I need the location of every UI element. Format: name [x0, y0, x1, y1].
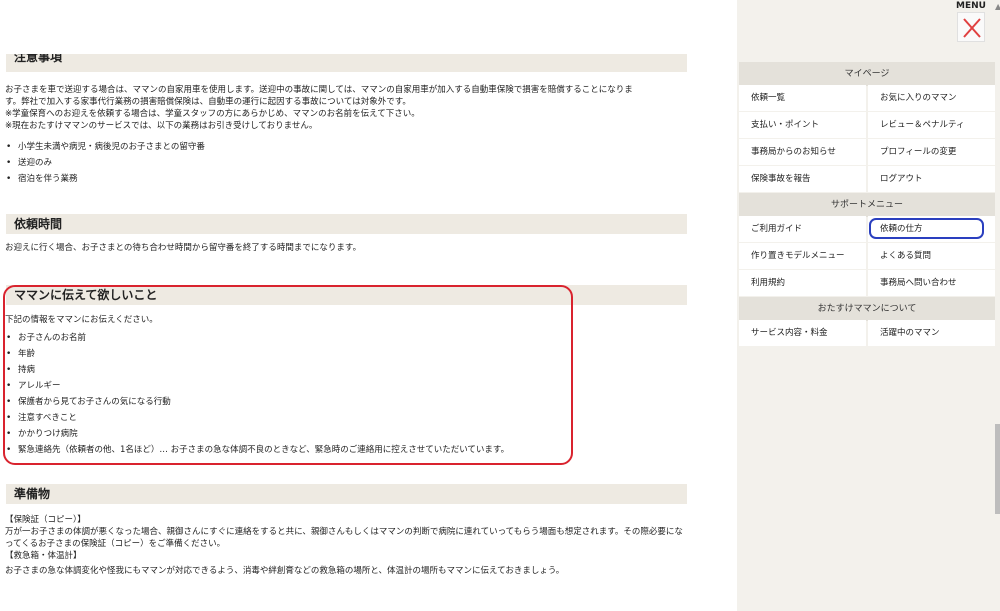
notes-line-2: す。弊社で加入する家事代行業務の損害賠償保険は、自動車の運行に起因する事故につい…	[5, 97, 411, 107]
close-icon[interactable]	[957, 12, 985, 42]
sidebar-menu: マイページ 依頼一覧 お気に入りのママン 支払い・ポイント レビュー＆ペナルティ…	[737, 0, 1000, 611]
sidebar-item-request-list[interactable]: 依頼一覧	[739, 85, 866, 111]
sidebar-item-active-maman[interactable]: 活躍中のママン	[868, 320, 995, 346]
sidebar-item-logout[interactable]: ログアウト	[868, 166, 995, 192]
section-heading-notes: 注意事項	[6, 54, 687, 72]
sidebar-item-meal-prep-menu[interactable]: 作り置きモデルメニュー	[739, 243, 866, 269]
section-heading-preparation: 準備物	[6, 484, 687, 504]
sidebar-item-usage-guide[interactable]: ご利用ガイド	[739, 216, 866, 242]
sidebar-item-payment-points[interactable]: 支払い・ポイント	[739, 112, 866, 138]
section-heading-request-time: 依頼時間	[6, 214, 687, 234]
sidebar-item-terms[interactable]: 利用規約	[739, 270, 866, 296]
list-item: 宿泊を伴う業務	[6, 173, 78, 185]
scrollbar-thumb[interactable]	[995, 424, 1000, 514]
list-item: 小学生未満や病児・病後児のお子さまとの留守番	[6, 141, 205, 153]
firstaid-subheading: 【救急箱・体温計】	[5, 551, 82, 561]
sidebar-item-faq[interactable]: よくある質問	[868, 243, 995, 269]
sidebar-heading-mypage: マイページ	[739, 62, 995, 86]
menu-close-button[interactable]: MENU	[952, 0, 990, 44]
insurance-text: 万が一お子さまの体調が悪くなった場合、親御さんにすぐに連絡をすると共に、親御さん…	[5, 527, 683, 549]
menu-label: MENU	[956, 1, 986, 11]
scroll-up-arrow-icon[interactable]: ▲	[995, 2, 1000, 11]
sidebar-item-favorite-maman[interactable]: お気に入りのママン	[868, 85, 995, 111]
list-item: 送迎のみ	[6, 157, 52, 169]
sidebar-item-profile-edit[interactable]: プロフィールの変更	[868, 139, 995, 165]
notes-line-3: ※学童保育へのお迎えを依頼する場合は、学童スタッフの方にあらかじめ、ママンのお名…	[5, 109, 420, 119]
sidebar-item-office-news[interactable]: 事務局からのお知らせ	[739, 139, 866, 165]
main-content: 注意事項 お子さまを車で送迎する場合は、ママンの自家用車を使用します。送迎中の事…	[0, 0, 700, 611]
firstaid-text: お子さまの急な体調変化や怪我にもママンが対応できるよう、消毒や絆創膏などの救急箱…	[5, 566, 565, 576]
sidebar-item-review-penalty[interactable]: レビュー＆ペナルティ	[868, 112, 995, 138]
notes-line-1: お子さまを車で送迎する場合は、ママンの自家用車を使用します。送迎中の事故に関して…	[5, 85, 633, 95]
sidebar-item-service-pricing[interactable]: サービス内容・料金	[739, 320, 866, 346]
insurance-subheading: 【保険証（コピー）】	[5, 515, 86, 525]
sidebar-heading-support: サポートメニュー	[739, 193, 995, 217]
sidebar-heading-about: おたすけママンについて	[739, 297, 995, 321]
request-time-text: お迎えに行く場合、お子さまとの待ち合わせ時間から留守番を終了する時間までになりま…	[5, 243, 362, 253]
blue-highlight-annotation	[869, 218, 984, 239]
red-highlight-annotation	[3, 285, 573, 465]
sidebar-item-contact-office[interactable]: 事務局へ問い合わせ	[868, 270, 995, 296]
sidebar-item-report-accident[interactable]: 保険事故を報告	[739, 166, 866, 192]
notes-line-4: ※現在おたすけママンのサービスでは、以下の業務はお引き受けしておりません。	[5, 121, 318, 131]
